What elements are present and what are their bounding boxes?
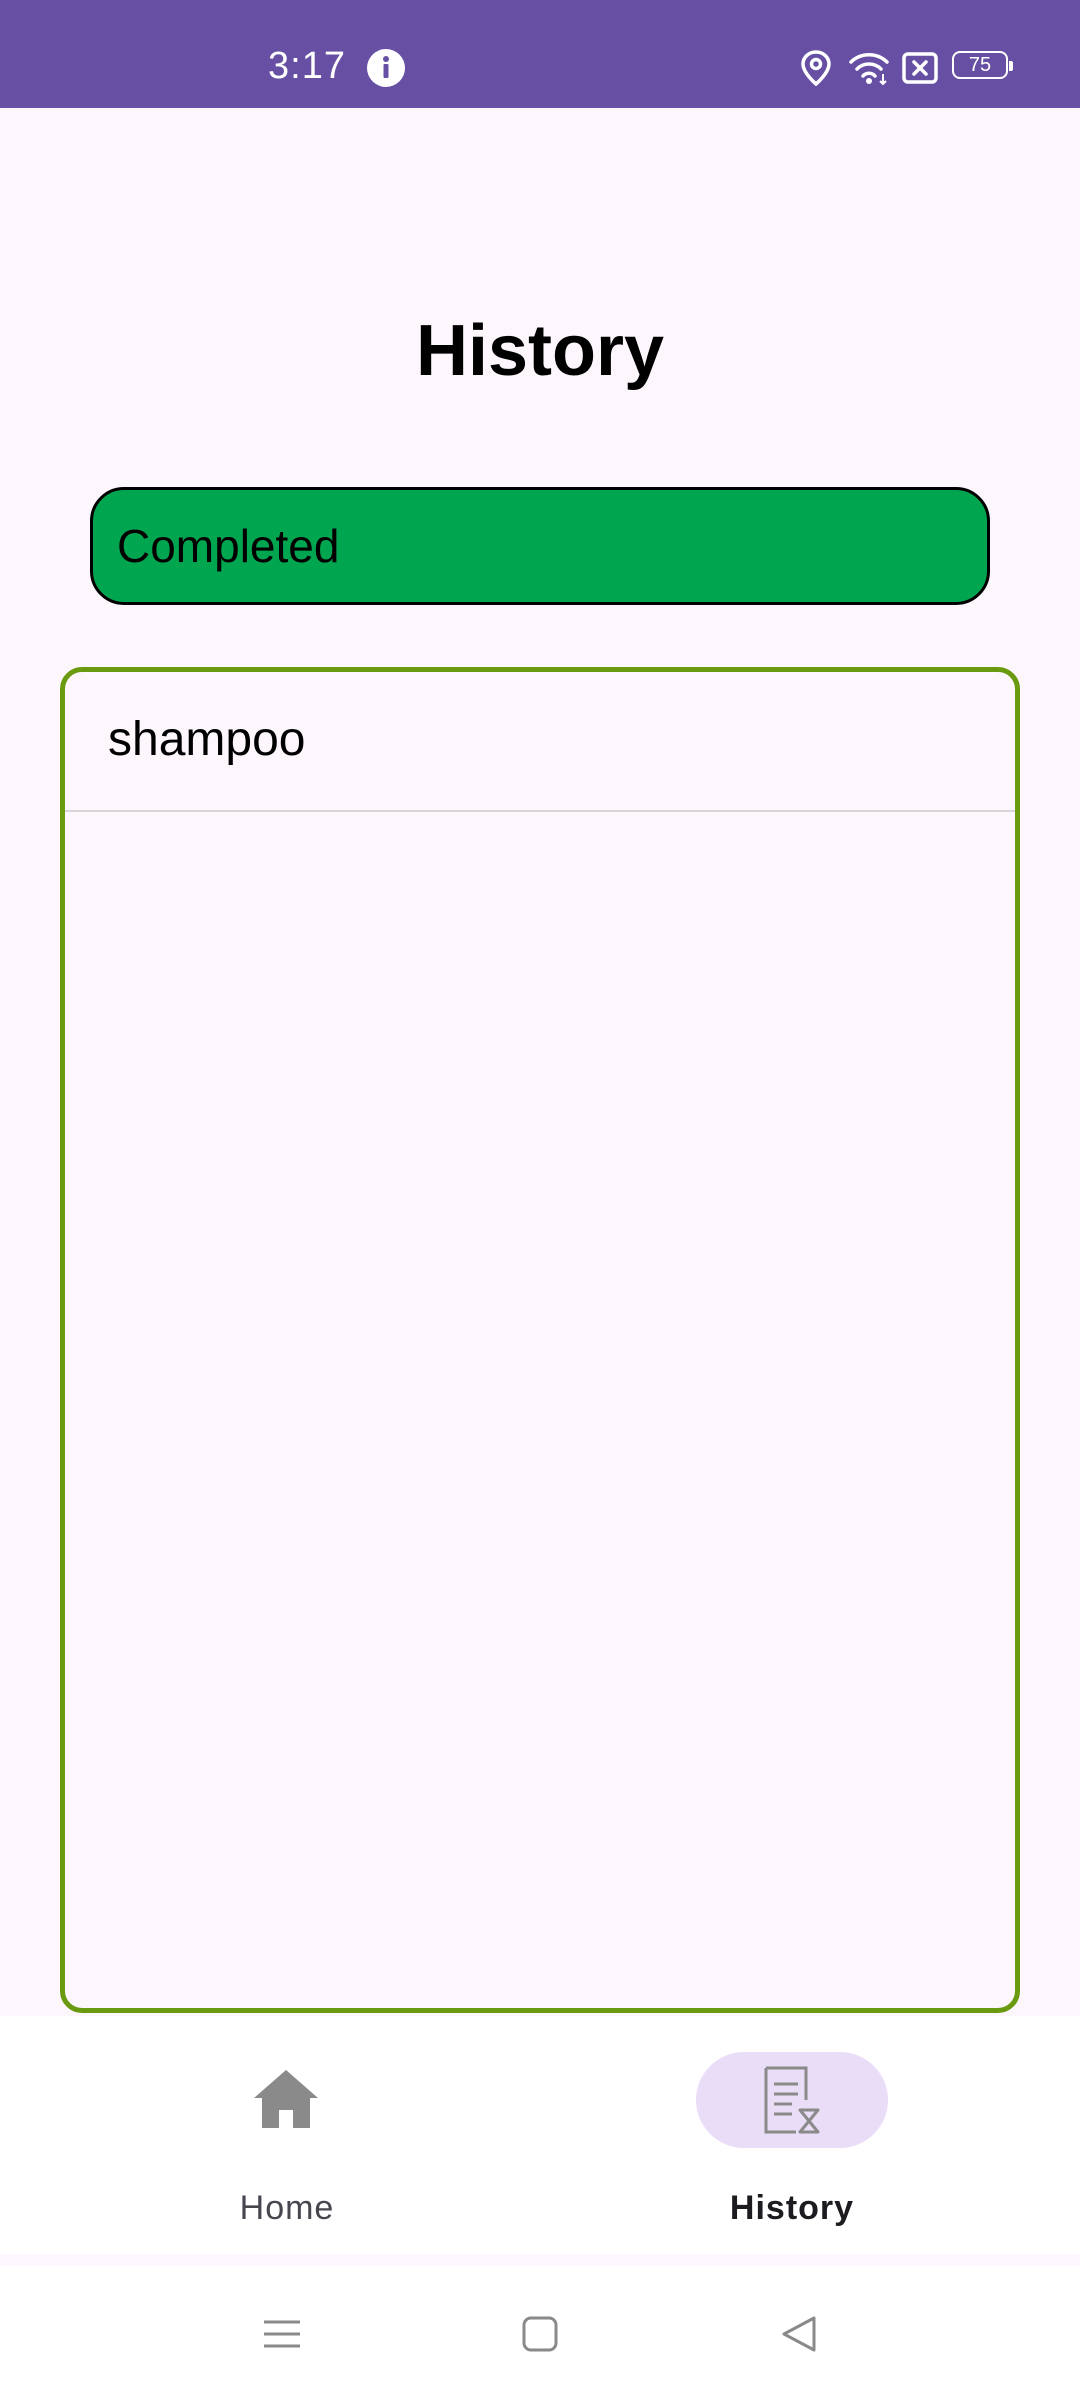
nav-home-label: Home [239, 2189, 335, 2227]
nav-history-label: History [729, 2189, 855, 2227]
menu-icon[interactable] [254, 2306, 310, 2362]
back-triangle-icon[interactable] [772, 2306, 828, 2362]
battery-level: 75 [968, 54, 992, 76]
sim-icon [902, 52, 938, 84]
bottom-navigation: Home History [0, 2016, 1080, 2254]
history-document-icon [764, 2066, 820, 2134]
info-icon [367, 49, 405, 87]
battery-icon: 75 [952, 51, 1013, 79]
list-item[interactable]: shampoo [65, 672, 1015, 812]
nav-home[interactable]: Home [0, 2016, 540, 2254]
nav-history[interactable]: History [540, 2016, 1080, 2254]
list-item-label: shampoo [108, 713, 306, 766]
home-icon [254, 2070, 318, 2128]
completed-filter-button[interactable]: Completed [90, 487, 990, 605]
system-navigation-bar [0, 2266, 1080, 2400]
home-square-icon[interactable] [512, 2306, 568, 2362]
status-time: 3:17 [268, 45, 346, 87]
wifi-icon [849, 53, 889, 86]
location-icon [801, 50, 831, 86]
page-title: History [415, 311, 665, 391]
status-bar: 3:17 75 [0, 0, 1080, 108]
history-list: shampoo [60, 667, 1020, 2013]
